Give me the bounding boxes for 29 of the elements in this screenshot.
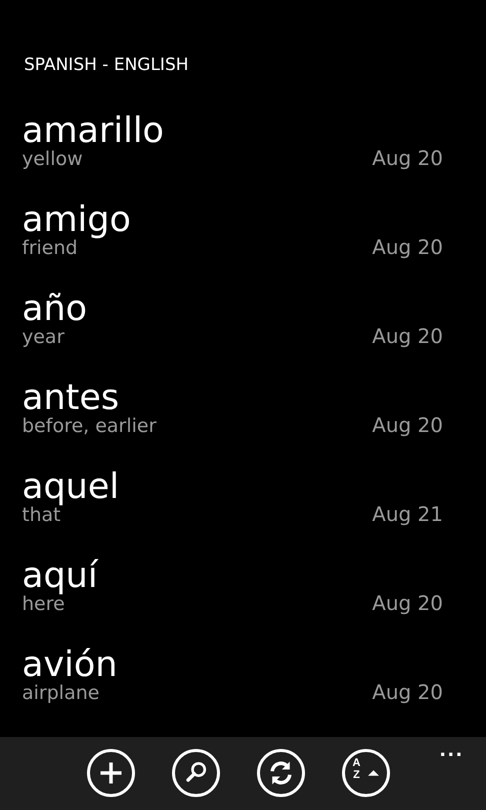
word[interactable]: aquí [22,556,98,596]
translation: year [22,326,64,348]
add-button[interactable] [86,749,134,797]
search-button[interactable] [172,749,220,797]
more-button[interactable]: ... [440,739,464,759]
sort-letters: A Z [352,757,360,781]
translation: here [22,593,65,615]
word[interactable]: aquel [22,467,120,507]
date: Aug 20 [372,236,443,258]
word[interactable]: año [22,289,88,329]
date: Aug 20 [372,592,443,614]
date: Aug 21 [372,503,443,525]
translation: yellow [22,148,83,170]
sync-button[interactable] [256,749,304,797]
word[interactable]: antes [22,378,120,418]
sort-button[interactable]: A Z [342,749,390,797]
word[interactable]: amarillo [22,111,164,151]
word[interactable]: avión [22,645,118,685]
translation: before, earlier [22,415,156,437]
translation: that [22,504,61,526]
date: Aug 20 [372,414,443,436]
date: Aug 20 [372,325,443,347]
date: Aug 20 [372,681,443,703]
page-title: SPANISH - ENGLISH [24,54,189,76]
translation: friend [22,237,78,259]
triangle-icon [368,770,378,776]
word[interactable]: amigo [22,200,131,240]
translation: airplane [22,682,100,704]
date: Aug 20 [372,147,443,169]
